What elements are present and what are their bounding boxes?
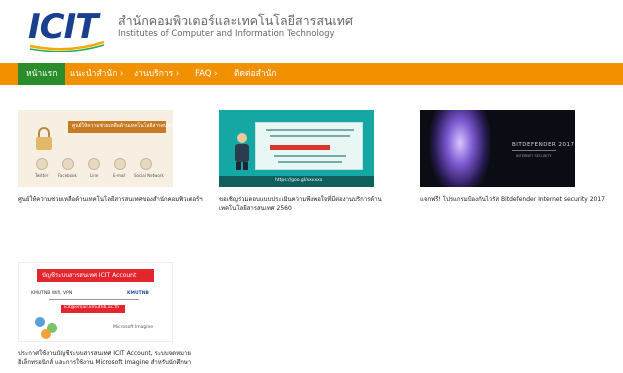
presenter-icon bbox=[235, 133, 249, 170]
nav-faq[interactable]: FAQ › bbox=[187, 63, 226, 85]
news-thumbnail-survey[interactable]: https://goo.gl/xxxxxx bbox=[219, 110, 374, 187]
icit-logo[interactable]: ICIT bbox=[28, 8, 106, 52]
logo-swoosh-icon bbox=[29, 40, 105, 52]
bitdefender-title: BITDEFENDER 2017 bbox=[512, 142, 575, 148]
email-banner: icit@email.kmutnb.ac.th bbox=[61, 305, 125, 313]
nav-home[interactable]: หน้าแรก bbox=[18, 63, 66, 85]
twitter-icon bbox=[36, 158, 48, 170]
service-bubble bbox=[35, 317, 45, 327]
nav-about[interactable]: แนะนำสำนัก › bbox=[62, 63, 131, 85]
news-title-icit-account[interactable]: ประกาศใช้งานบัญชีระบบสารสนเทศ ICIT Accou… bbox=[18, 349, 218, 367]
news-title-bitdefender[interactable]: แจกฟรี! โปรแกรมป้องกันไวรัส Bitdefender … bbox=[420, 195, 615, 204]
social-network-icon bbox=[140, 158, 152, 170]
wifi-label: KMUTNB Wifi, VPN bbox=[31, 291, 73, 296]
news-thumbnail-bitdefender[interactable]: BITDEFENDER 2017 INTERNET SECURITY bbox=[420, 110, 575, 187]
survey-board bbox=[255, 122, 363, 170]
service-bubble bbox=[41, 329, 51, 339]
nav-contact[interactable]: ติดต่อสำนัก bbox=[226, 63, 285, 85]
divider bbox=[512, 150, 556, 151]
survey-footer: https://goo.gl/xxxxxx bbox=[219, 176, 374, 187]
site-header: ICIT สำนักคอมพิวเตอร์และเทคโนโลยีสารสนเท… bbox=[0, 0, 623, 62]
lock-icon bbox=[36, 127, 52, 150]
email-icon bbox=[114, 158, 126, 170]
news-title-survey[interactable]: ขอเชิญร่วมตอบแบบประเมินความพึงพอใจที่มีต… bbox=[219, 195, 409, 213]
helpdesk-banner: ศูนย์ให้ความช่วยเหลือด้านเทคโนโลยีสารสนเ… bbox=[68, 121, 173, 133]
org-name-english: Institutes of Computer and Information T… bbox=[118, 29, 335, 39]
icon-label: Facebook bbox=[58, 173, 77, 178]
news-title-helpdesk[interactable]: ศูนย์ให้ความช่วยเหลือด้านเทคโนโลยีสารสนเ… bbox=[18, 195, 208, 204]
microsoft-imagine-label: Microsoft Imagine bbox=[113, 325, 154, 330]
kmutnb-label: KMUTNB bbox=[127, 291, 149, 296]
news-thumbnail-icit-account[interactable]: บัญชีระบบสารสนเทศ ICIT Account KMUTNB Wi… bbox=[18, 262, 173, 342]
icon-label: E-mail bbox=[113, 173, 126, 178]
news-thumbnail-helpdesk[interactable]: ศูนย์ให้ความช่วยเหลือด้านเทคโนโลยีสารสนเ… bbox=[18, 110, 173, 187]
caption-line: ประกาศใช้งานบัญชีระบบสารสนเทศ ICIT Accou… bbox=[18, 350, 191, 357]
caption-line: ขอเชิญร่วมตอบแบบประเมินความพึงพอใจที่มีต… bbox=[219, 196, 382, 203]
main-navbar: หน้าแรก แนะนำสำนัก › งานบริการ › FAQ › ต… bbox=[0, 63, 623, 85]
caption-line: เทคโนโลยีสารสนเทศ 2560 bbox=[219, 205, 292, 212]
icon-label: Twitter bbox=[35, 173, 49, 178]
org-name-thai: สำนักคอมพิวเตอร์และเทคโนโลยีสารสนเทศ bbox=[118, 13, 353, 28]
connector-line bbox=[49, 299, 139, 300]
line-icon bbox=[88, 158, 100, 170]
bitdefender-subtitle: INTERNET SECURITY bbox=[516, 154, 552, 158]
icon-label: Social Network bbox=[134, 173, 164, 178]
icit-account-banner: บัญชีระบบสารสนเทศ ICIT Account bbox=[37, 269, 154, 282]
icon-label: Line bbox=[90, 173, 99, 178]
bitdefender-wolf-image bbox=[430, 110, 490, 187]
nav-services[interactable]: งานบริการ › bbox=[126, 63, 187, 85]
caption-line: อิเล็กทรอนิกส์ และการใช้งาน Microsoft Im… bbox=[18, 359, 192, 366]
facebook-icon bbox=[62, 158, 74, 170]
